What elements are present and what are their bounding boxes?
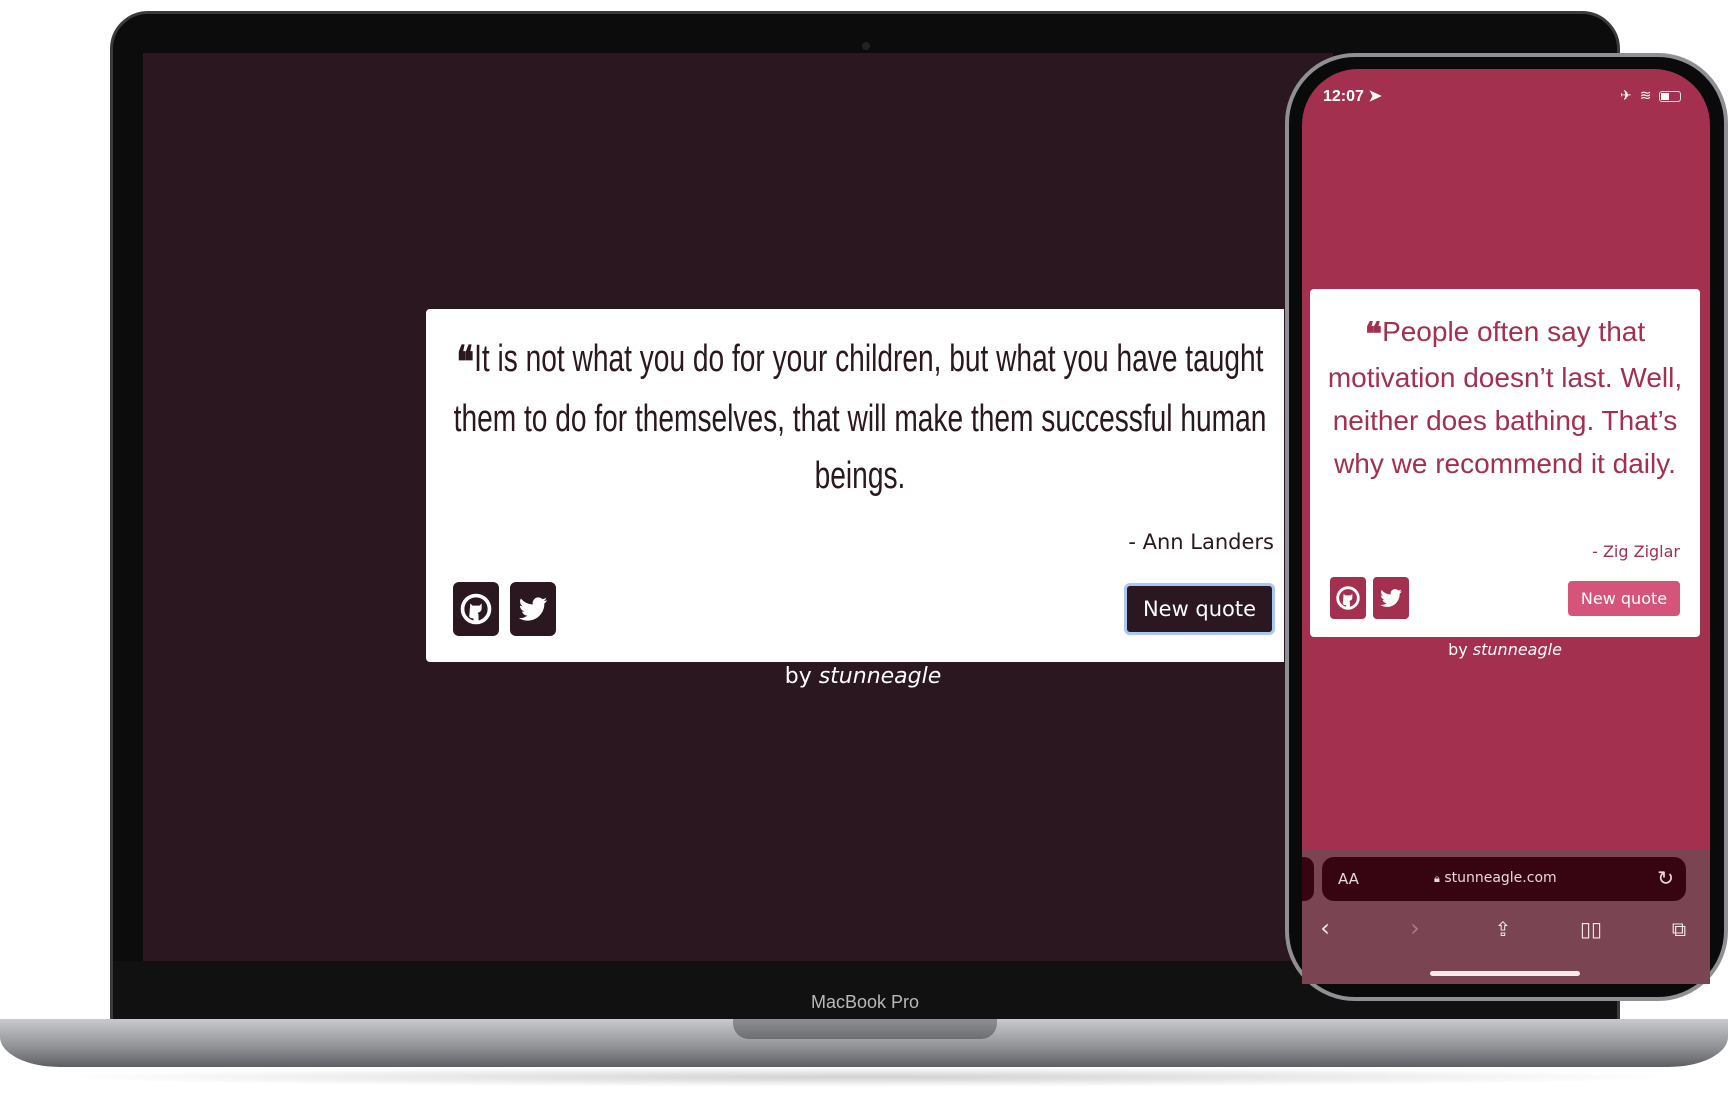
- phone-quote-author: - Zig Ziglar: [1592, 542, 1680, 561]
- new-quote-button[interactable]: New quote: [1124, 583, 1275, 635]
- credit-prefix: by: [784, 664, 812, 689]
- wifi-icon: ≋: [1639, 88, 1652, 104]
- github-icon: [1336, 586, 1360, 610]
- credit-line: by stunneagle: [663, 664, 1063, 689]
- reload-icon[interactable]: ↻: [1657, 866, 1674, 890]
- credit-author-link[interactable]: stunneagle: [1473, 640, 1562, 659]
- location-icon: ➤: [1368, 88, 1382, 105]
- laptop-shadow: [40, 1067, 1690, 1087]
- quote-text: It is not what you do for your children,…: [453, 338, 1267, 497]
- address-bar[interactable]: AA 🔒︎ stunneagle.com ↻: [1322, 857, 1686, 901]
- quote-left-icon: ❝: [1364, 315, 1383, 353]
- previous-tab-edge[interactable]: [1302, 857, 1314, 901]
- lock-icon: 🔒︎: [1434, 872, 1440, 885]
- laptop-brand-label: MacBook Pro: [810, 992, 920, 1012]
- back-icon[interactable]: ‹: [1310, 914, 1340, 942]
- github-button[interactable]: [453, 582, 499, 636]
- phone-new-quote-button[interactable]: New quote: [1568, 581, 1680, 616]
- status-time: 12:07 ➤: [1323, 86, 1382, 106]
- forward-icon[interactable]: ›: [1400, 914, 1430, 942]
- airplane-icon: ✈: [1620, 88, 1632, 104]
- credit-prefix: by: [1448, 640, 1468, 659]
- quote-left-icon: ❝: [456, 337, 475, 388]
- camera: [862, 42, 870, 50]
- address-url: 🔒︎ stunneagle.com: [1434, 870, 1557, 886]
- url-text: stunneagle.com: [1444, 870, 1557, 886]
- status-icons: ✈ ≋: [1620, 88, 1682, 104]
- phone-github-button[interactable]: [1330, 577, 1366, 619]
- phone-twitter-button[interactable]: [1373, 577, 1409, 619]
- twitter-icon: [518, 597, 548, 621]
- share-icon[interactable]: ⇪: [1488, 917, 1518, 941]
- status-time-text: 12:07: [1323, 88, 1364, 105]
- phone-credit-line: by stunneagle: [1310, 640, 1700, 659]
- laptop-notch: [733, 1019, 997, 1039]
- credit-author-link[interactable]: stunneagle: [819, 664, 942, 689]
- github-icon: [460, 593, 492, 625]
- text-size-button[interactable]: AA: [1338, 870, 1359, 888]
- twitter-icon: [1380, 589, 1402, 607]
- quote-author: - Ann Landers: [1128, 530, 1274, 554]
- home-indicator[interactable]: [1430, 971, 1580, 976]
- battery-icon: [1659, 90, 1682, 102]
- quote-text-block: ❝It is not what you do for your children…: [453, 331, 1267, 505]
- bookmarks-icon[interactable]: ▯▯: [1576, 917, 1606, 941]
- tabs-icon[interactable]: ⧉: [1664, 917, 1694, 941]
- phone-quote-text-block: ❝People often say that motivation doesn’…: [1325, 310, 1685, 485]
- twitter-button[interactable]: [510, 582, 556, 636]
